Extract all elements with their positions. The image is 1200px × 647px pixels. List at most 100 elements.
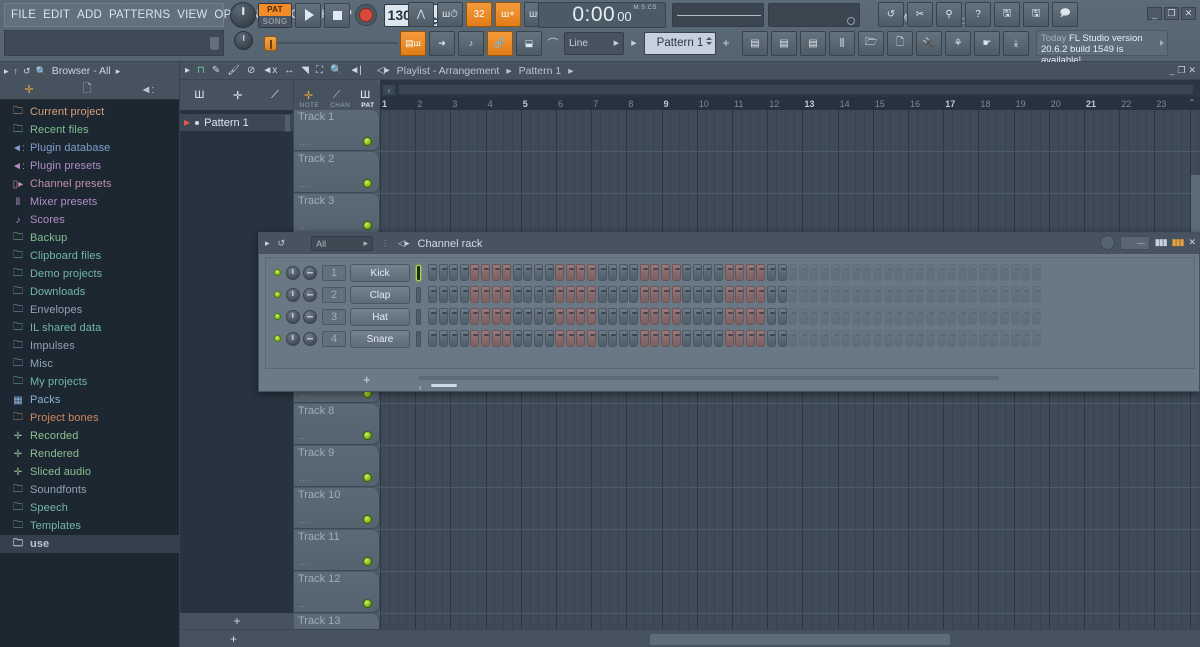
step-button[interactable] [947, 330, 957, 347]
browser-item-use[interactable]: 🗀 use [0, 535, 179, 553]
step-button[interactable] [904, 308, 914, 325]
step-button[interactable] [703, 286, 713, 303]
piano-roll-icon[interactable]: ▤ [771, 30, 797, 56]
track-grid[interactable] [380, 110, 1200, 151]
step-button[interactable] [1021, 330, 1031, 347]
step-button[interactable] [978, 264, 988, 281]
step-button[interactable] [576, 286, 586, 303]
step-button[interactable] [788, 330, 798, 347]
magnet-icon[interactable]: ⊓ [197, 65, 205, 76]
step-button[interactable] [586, 330, 596, 347]
step-button[interactable] [523, 264, 533, 281]
step-button[interactable] [735, 330, 745, 347]
step-button[interactable] [925, 308, 935, 325]
step-button[interactable] [862, 308, 872, 325]
online-content-icon[interactable]: ☛ [974, 30, 1000, 56]
step-button[interactable] [692, 286, 702, 303]
record-button[interactable] [355, 4, 377, 26]
playlist-vertical-scrollbar[interactable] [1191, 175, 1200, 235]
step-button[interactable] [682, 286, 692, 303]
browser-item-demo-projects[interactable]: 🗀 Demo projects [0, 265, 179, 283]
channel-mute-led[interactable] [274, 269, 281, 276]
wait-for-input[interactable]: ш+ [495, 2, 521, 27]
restore-button[interactable]: ❐ [1164, 7, 1179, 20]
close-button[interactable]: ✕ [1181, 7, 1196, 20]
step-button[interactable] [756, 308, 766, 325]
step-button[interactable] [978, 286, 988, 303]
browser-item-envelopes[interactable]: 🗀 Envelopes [0, 301, 179, 319]
step-button[interactable] [947, 308, 957, 325]
step-button[interactable] [830, 308, 840, 325]
step-button[interactable] [608, 264, 618, 281]
step-button[interactable] [544, 286, 554, 303]
step-button[interactable] [777, 286, 787, 303]
menu-item-file[interactable]: FILE [11, 9, 36, 21]
step-button[interactable] [502, 264, 512, 281]
browser-item-templates[interactable]: 🗀 Templates [0, 517, 179, 535]
browser-item-sliced-audio[interactable]: ✛ Sliced audio [0, 463, 179, 481]
track-options-dots[interactable]: ... [299, 221, 310, 231]
slider-handle[interactable] [264, 36, 277, 51]
playback-icon[interactable]: ◄| [349, 65, 362, 76]
step-button[interactable] [597, 330, 607, 347]
track-enable-led[interactable] [363, 599, 372, 608]
channel-mute-led[interactable] [274, 335, 281, 342]
step-button[interactable] [767, 330, 776, 347]
mute-icon[interactable]: ◄x [262, 65, 277, 76]
step-button[interactable] [957, 264, 967, 281]
track-options-dots[interactable]: ... [299, 137, 310, 147]
step-button[interactable] [1031, 286, 1041, 303]
channel-mute-led[interactable] [274, 313, 281, 320]
step-button[interactable] [1021, 286, 1031, 303]
step-button[interactable] [819, 286, 829, 303]
step-button[interactable] [470, 308, 480, 325]
browser-item-channel-presets[interactable]: ▯▸ Channel presets [0, 175, 179, 193]
step-button[interactable] [1031, 264, 1041, 281]
step-button[interactable] [449, 286, 459, 303]
browser-item-misc[interactable]: 🗀 Misc [0, 355, 179, 373]
graph-editor-icon[interactable]: ▮▮▮ [1155, 237, 1168, 248]
step-button[interactable] [512, 286, 522, 303]
pattern-song-toggle[interactable]: PAT SONG [258, 2, 292, 28]
automation-icon[interactable]: ⟋ [271, 89, 279, 102]
undo-icon[interactable]: ↺ [278, 238, 286, 249]
link-icon[interactable]: 🔗 [487, 30, 513, 56]
browser-item-scores[interactable]: ♪ Scores [0, 211, 179, 229]
playlist-close-button[interactable]: ✕ [1188, 65, 1196, 76]
step-button[interactable] [533, 264, 543, 281]
step-button[interactable] [925, 286, 935, 303]
browser-item-recorded[interactable]: ✛ Recorded [0, 427, 179, 445]
step-button[interactable] [735, 264, 745, 281]
step-button[interactable] [682, 308, 692, 325]
track-header[interactable]: Track 9... [294, 446, 380, 487]
step-button[interactable] [798, 286, 808, 303]
step-button[interactable] [449, 264, 459, 281]
step-button[interactable] [428, 308, 437, 325]
delete-icon[interactable]: ⊘ [247, 65, 255, 76]
step-button[interactable] [639, 264, 649, 281]
step-button[interactable] [767, 286, 776, 303]
rack-horizontal-scrollbar[interactable]: ‹ [419, 383, 479, 392]
step-button[interactable] [692, 308, 702, 325]
track-grid[interactable] [380, 152, 1200, 193]
playlist-window-icon[interactable]: ▤ [742, 30, 768, 56]
track-grid[interactable] [380, 572, 1200, 613]
step-button[interactable] [714, 330, 724, 347]
add-channel-button[interactable]: + [363, 372, 371, 387]
step-button[interactable] [438, 286, 448, 303]
step-arrow-icon[interactable]: ➜ [429, 30, 455, 56]
step-button[interactable] [883, 264, 893, 281]
step-button[interactable] [661, 330, 671, 347]
channel-pan-knob[interactable] [286, 332, 300, 346]
step-button[interactable] [618, 264, 628, 281]
zoom-icon[interactable]: 🔍 [330, 65, 342, 76]
step-button[interactable] [798, 330, 808, 347]
track-options-dots[interactable]: ... [299, 473, 310, 483]
step-button[interactable] [618, 286, 628, 303]
step-button[interactable] [819, 330, 829, 347]
step-button[interactable] [724, 308, 734, 325]
step-button[interactable] [777, 308, 787, 325]
chevron-right-icon[interactable]: ▸ [185, 65, 190, 76]
step-button[interactable] [470, 330, 480, 347]
step-button[interactable] [555, 286, 565, 303]
